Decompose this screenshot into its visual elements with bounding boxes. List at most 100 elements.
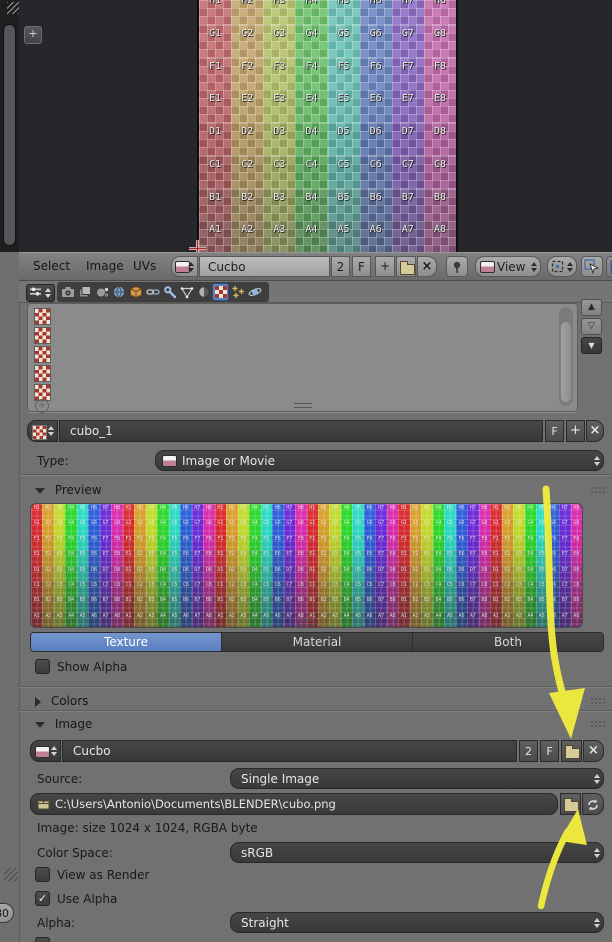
texture-slot-item[interactable] — [34, 327, 51, 344]
texture-slot-item[interactable] — [34, 346, 51, 363]
colorgrid-cell: A3 — [329, 611, 341, 627]
image-users-count-button[interactable]: 2 — [519, 740, 538, 762]
panel-drag-handle[interactable] — [590, 697, 606, 704]
left-region-scrollbar[interactable] — [3, 24, 16, 246]
colorgrid-cell: F6 — [359, 57, 392, 91]
preview-texture-button[interactable]: Texture — [31, 633, 222, 651]
open-image-button[interactable] — [396, 256, 416, 277]
colorgrid-cell: D7 — [375, 565, 387, 581]
colors-panel-header[interactable]: Colors — [35, 694, 88, 708]
list-scrollbar[interactable] — [559, 307, 573, 406]
region-resize-grip[interactable] — [7, 2, 19, 14]
left-region-bottom — [0, 252, 20, 942]
tab-render-layers[interactable] — [76, 283, 93, 301]
tab-scene[interactable] — [93, 283, 110, 301]
show-alpha-checkbox[interactable] — [35, 659, 50, 674]
slot-move-down-button[interactable]: ▽ — [581, 318, 602, 335]
colorgrid-cell: B1 — [122, 596, 135, 612]
source-dropdown[interactable]: Single Image — [230, 768, 604, 789]
colorgrid-cell: F2 — [226, 534, 238, 551]
colorgrid-cell: H2 — [42, 504, 54, 520]
slot-specials-menu-button[interactable]: ▼ — [581, 337, 602, 354]
tab-texture[interactable] — [212, 283, 229, 301]
tab-physics[interactable] — [246, 283, 263, 301]
users-count-button[interactable]: 2 — [331, 256, 350, 277]
colorgrid-cell: G3 — [263, 24, 296, 58]
tab-material[interactable] — [195, 283, 212, 301]
colorgrid-cell: E3 — [421, 550, 433, 566]
image-name-field[interactable]: Cucbo — [199, 256, 330, 277]
texture-slot-item[interactable] — [34, 365, 51, 382]
colorgrid-cell: F1 — [214, 534, 227, 551]
view-mode-dropdown[interactable]: View — [475, 256, 541, 277]
image-icon — [480, 261, 495, 273]
texture-slot-item[interactable] — [34, 308, 51, 325]
texture-browse-button[interactable] — [27, 420, 58, 442]
unlink-image-button[interactable]: × — [417, 256, 437, 277]
colorgrid-cell: H1 — [214, 504, 227, 520]
image-panel-header[interactable]: Image — [35, 717, 92, 731]
uv-sync-select-button[interactable] — [581, 256, 603, 277]
toolbar-expand-button[interactable]: + — [24, 26, 42, 44]
preview-resize-grip[interactable] — [297, 620, 315, 625]
list-resize-grip[interactable] — [294, 403, 312, 408]
view-as-render-checkbox[interactable] — [35, 867, 50, 882]
region-resize-grip[interactable] — [4, 868, 18, 882]
panel-drag-handle[interactable] — [590, 720, 606, 727]
texture-unlink-button[interactable]: × — [586, 420, 604, 442]
colorgrid-cell: D8 — [386, 565, 399, 581]
fake-user-button[interactable]: F — [352, 256, 371, 277]
texture-slot-list[interactable]: + — [27, 303, 578, 413]
pixel-grid-button[interactable] — [606, 256, 612, 277]
color-space-dropdown[interactable]: sRGB — [230, 842, 604, 863]
preview-panel-header[interactable]: Preview — [35, 483, 102, 497]
colorgrid-cell: D6 — [359, 123, 392, 156]
editor-type-selector[interactable] — [26, 284, 55, 302]
filepath-field[interactable]: C:\Users\Antonio\Documents\BLENDER\cubo.… — [30, 793, 558, 815]
colorgrid-cell: H3 — [145, 504, 158, 520]
tab-object[interactable] — [127, 283, 144, 301]
texture-new-button[interactable]: + — [566, 420, 585, 442]
image-browse-button[interactable] — [171, 256, 198, 277]
tab-render[interactable] — [59, 283, 76, 301]
colorgrid-cell: C6 — [363, 580, 376, 597]
colorgrid-cell: G5 — [76, 519, 89, 535]
colorgrid-cell: E4 — [157, 550, 169, 566]
menu-uvs[interactable]: UVs — [133, 259, 156, 273]
image-open-button[interactable] — [561, 740, 582, 762]
image-unlink-button[interactable]: × — [583, 740, 604, 762]
uv-image-editor-viewport[interactable]: + H1 H2 H3 H4 H5 H6 H7 H8 G1 G2 G3 G4 G5 G6 G7 G8 F1 F2 F3… — [19, 0, 612, 252]
image-name-field-props[interactable]: Cucbo — [62, 740, 517, 762]
tab-world[interactable] — [110, 283, 127, 301]
preview-material-button[interactable]: Material — [222, 633, 413, 651]
menu-image[interactable]: Image — [86, 259, 124, 273]
colorgrid-cell: C7 — [375, 580, 387, 597]
tab-modifiers[interactable] — [161, 283, 178, 301]
tab-constraints[interactable] — [144, 283, 161, 301]
filepath-browse-button[interactable] — [560, 793, 581, 815]
image-fake-user-button[interactable]: F — [540, 740, 559, 762]
colorgrid-cell: D3 — [53, 565, 66, 581]
pivot-point-dropdown[interactable] — [547, 256, 577, 277]
preview-both-button[interactable]: Both — [413, 633, 603, 651]
panel-drag-handle[interactable] — [590, 486, 606, 493]
type-dropdown[interactable]: Image or Movie — [155, 450, 604, 471]
alpha-dropdown[interactable]: Straight — [230, 912, 604, 933]
colorgrid-cell: D7 — [467, 565, 479, 581]
clipped-checkbox[interactable] — [35, 937, 50, 942]
image-reload-button[interactable] — [582, 793, 604, 815]
list-scrollbar-thumb[interactable] — [561, 322, 571, 402]
use-alpha-checkbox[interactable]: ✓ — [35, 891, 50, 906]
colorgrid-cell: C3 — [513, 580, 525, 597]
menu-select[interactable]: Select — [33, 259, 70, 273]
tab-object-data[interactable] — [178, 283, 195, 301]
texture-name-field[interactable]: cubo_1 — [59, 420, 543, 442]
colorgrid-cell: H6 — [88, 504, 100, 520]
colorgrid-cell: D5 — [327, 123, 360, 156]
new-image-button[interactable]: + — [375, 256, 395, 277]
slot-move-up-button[interactable]: ▲ — [581, 299, 602, 316]
pin-button[interactable] — [446, 256, 468, 277]
texture-fake-user-button[interactable]: F — [545, 420, 564, 442]
tab-particles[interactable] — [229, 283, 246, 301]
image-browse-button-props[interactable] — [30, 740, 61, 762]
